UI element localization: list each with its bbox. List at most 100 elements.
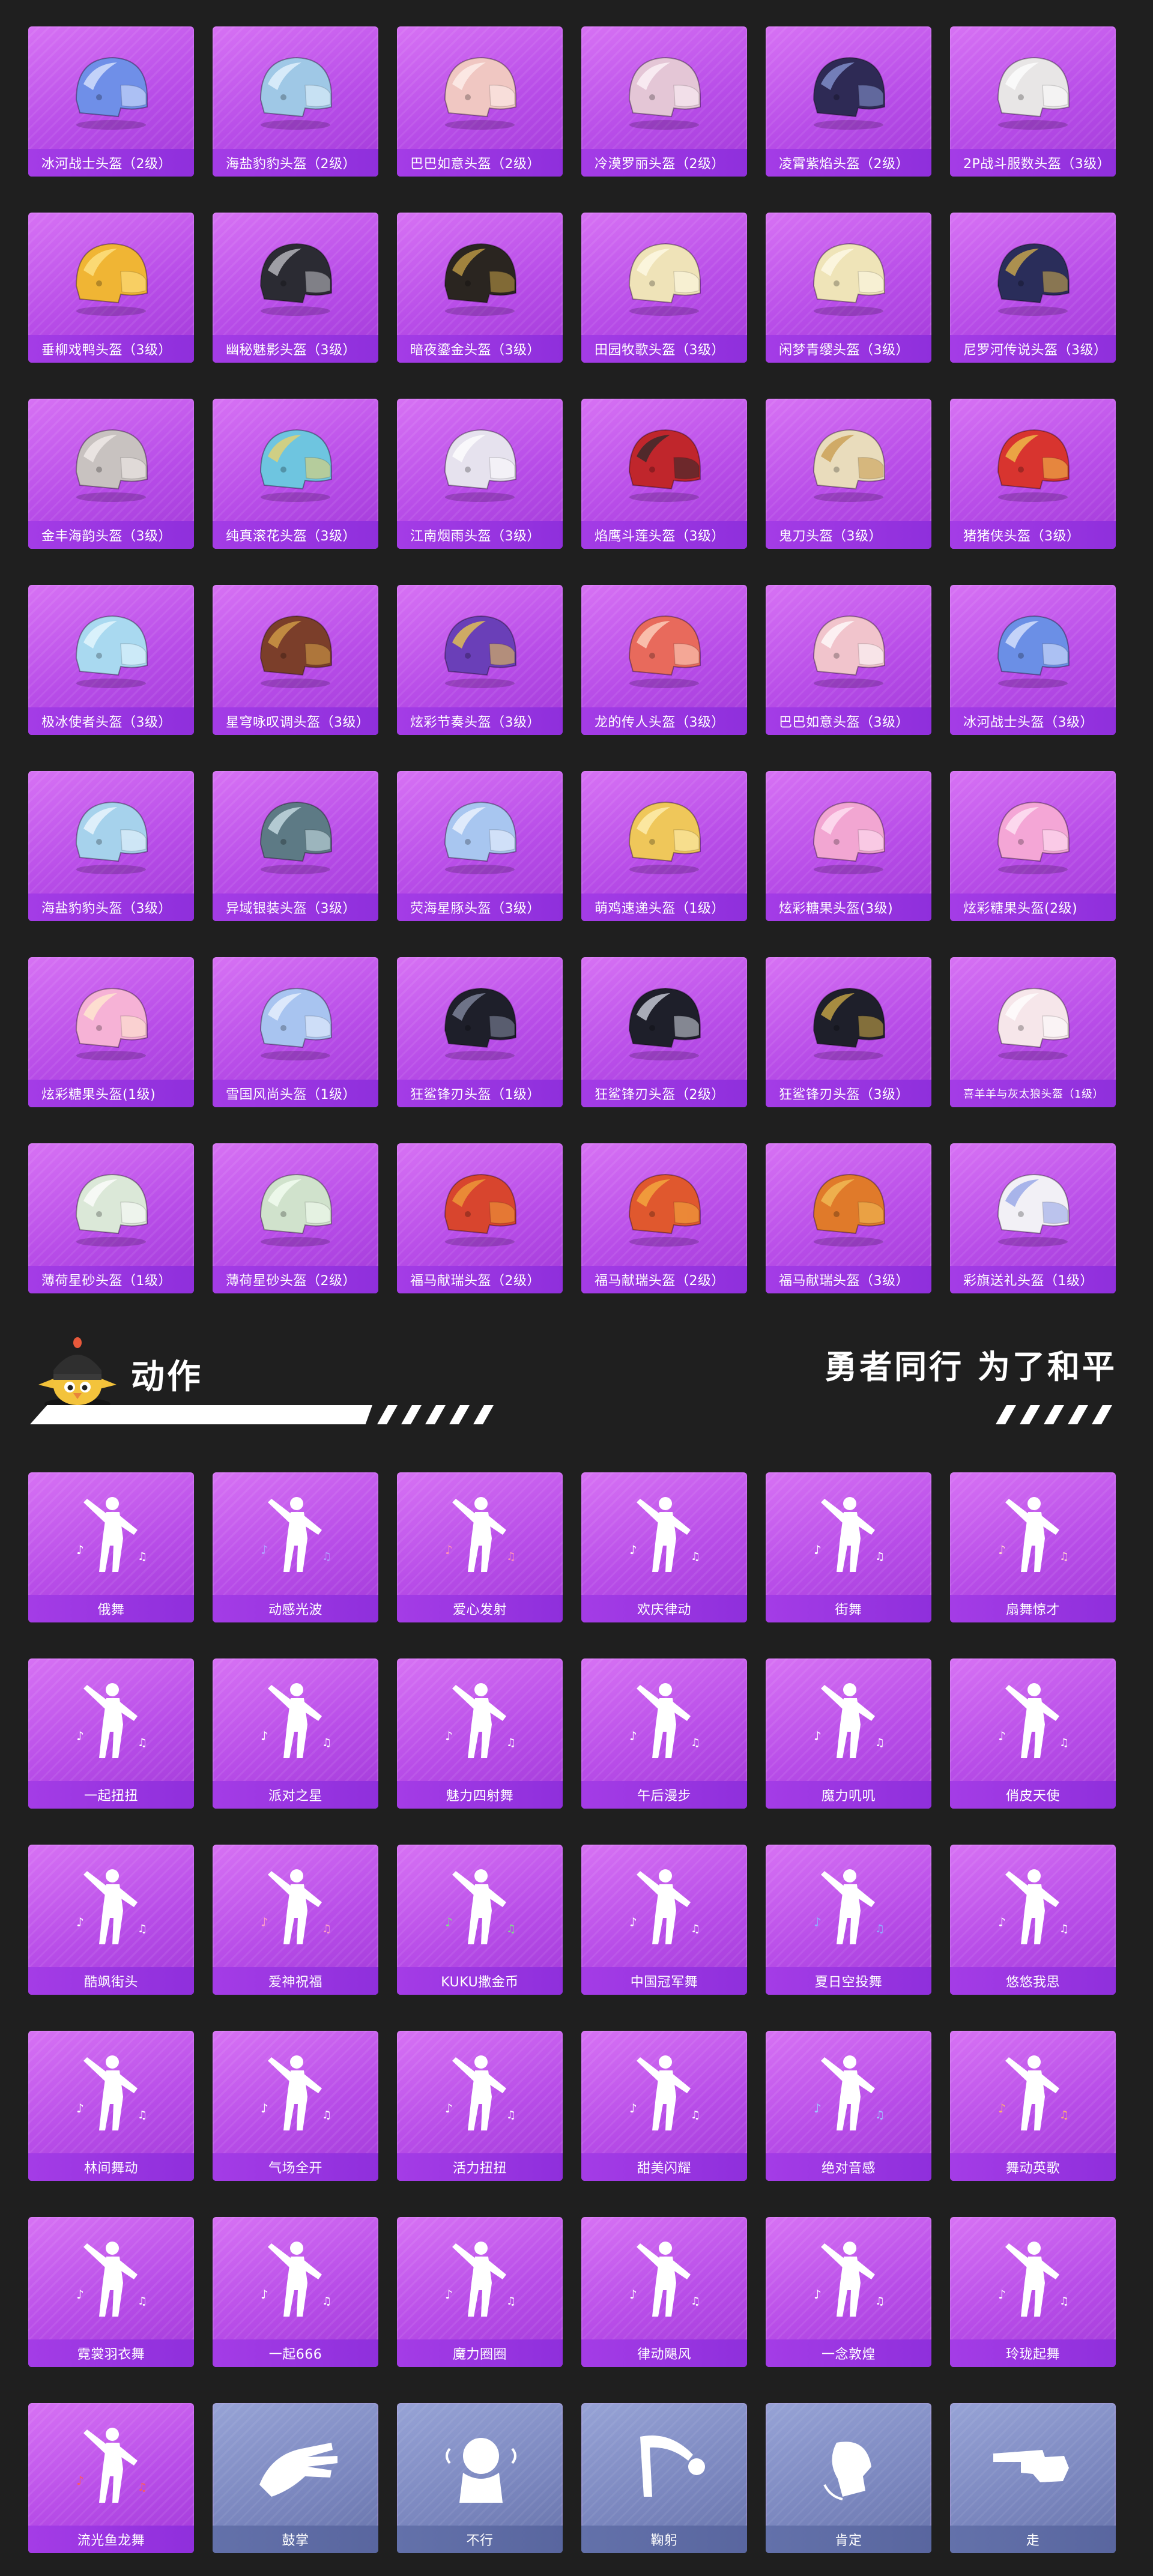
helmet-card[interactable]: 龙的传人头盔（3级） (581, 585, 747, 735)
emote-card[interactable]: ♪ ♫ 魔力圈圈 (397, 2217, 563, 2367)
svg-text:♫: ♫ (506, 1737, 516, 1749)
emote-card[interactable]: ♪ ♫ 欢庆律动 (581, 1472, 747, 1622)
helmet-card[interactable]: 巴巴如意头盔（2级） (397, 26, 563, 177)
emote-card[interactable]: ♪ ♫ 林间舞动 (28, 2031, 194, 2181)
helmet-card[interactable]: 狂鲨锋刃头盔（2级） (581, 957, 747, 1107)
svg-text:♫: ♫ (875, 2109, 885, 2121)
helmet-card[interactable]: 福马献瑞头盔（3级） (766, 1143, 931, 1293)
helmet-card[interactable]: 闲梦青缨头盔（3级） (766, 213, 931, 363)
svg-text:♫: ♫ (1059, 2109, 1069, 2121)
emote-card[interactable]: ♪ ♫ 派对之星 (213, 1658, 378, 1809)
emote-label: 玲珑起舞 (950, 2339, 1116, 2367)
helmet-card[interactable]: 薄荷星砂头盔（1级） (28, 1143, 194, 1293)
emote-card[interactable]: 鞠躬 (581, 2403, 747, 2553)
emote-card[interactable]: ♪ ♫ 甜美闪耀 (581, 2031, 747, 2181)
emote-card[interactable]: ♪ ♫ 爱心发射 (397, 1472, 563, 1622)
emote-card[interactable]: ♪ ♫ 律动飓风 (581, 2217, 747, 2367)
helmet-card[interactable]: 幽秘魅影头盔（3级） (213, 213, 378, 363)
helmet-label: 海盐豹豹头盔（3级） (28, 893, 194, 921)
helmet-card[interactable]: 暗夜鎏金头盔（3级） (397, 213, 563, 363)
svg-text:♪: ♪ (629, 1729, 637, 1743)
svg-text:♪: ♪ (629, 1915, 637, 1929)
helmet-card[interactable]: 雪国风尚头盔（1级） (213, 957, 378, 1107)
helmet-label: 薄荷星砂头盔（1级） (28, 1266, 194, 1293)
helmet-card[interactable]: 海盐豹豹头盔（3级） (28, 771, 194, 921)
helmet-label: 极冰使者头盔（3级） (28, 707, 194, 735)
emote-label: 夏日空投舞 (766, 1967, 931, 1995)
emote-card[interactable]: ♪ ♫ 玲珑起舞 (950, 2217, 1116, 2367)
emote-card[interactable]: ♪ ♫ 俏皮天使 (950, 1658, 1116, 1809)
emote-card[interactable]: ♪ ♫ 爱神祝福 (213, 1845, 378, 1995)
helmet-card[interactable]: 荧海星豚头盔（3级） (397, 771, 563, 921)
helmet-card[interactable]: 炫彩糖果头盔(1级) (28, 957, 194, 1107)
emote-card[interactable]: ♪ ♫ 霓裳羽衣舞 (28, 2217, 194, 2367)
emote-card[interactable]: 肯定 (766, 2403, 931, 2553)
helmet-card[interactable]: 猪猪侠头盔（3级） (950, 399, 1116, 549)
helmet-card[interactable]: 炫彩节奏头盔（3级） (397, 585, 563, 735)
helmet-card[interactable]: 海盐豹豹头盔（2级） (213, 26, 378, 177)
helmet-card[interactable]: 彩旗送礼头盔（1级） (950, 1143, 1116, 1293)
emote-card[interactable]: ♪ ♫ 夏日空投舞 (766, 1845, 931, 1995)
helmet-card[interactable]: 凌霄紫焰头盔（2级） (766, 26, 931, 177)
svg-text:♪: ♪ (76, 2473, 84, 2488)
emote-card[interactable]: ♪ ♫ 魅力四射舞 (397, 1658, 563, 1809)
helmet-card[interactable]: 狂鲨锋刃头盔（1级） (397, 957, 563, 1107)
emote-card[interactable]: ♪ ♫ 一起666 (213, 2217, 378, 2367)
helmet-card[interactable]: 萌鸡速递头盔（1级） (581, 771, 747, 921)
helmet-card[interactable]: 星穹咏叹调头盔（3级） (213, 585, 378, 735)
emote-label: 悠悠我思 (950, 1967, 1116, 1995)
emote-card[interactable]: ♪ ♫ 一念敦煌 (766, 2217, 931, 2367)
helmet-label: 垂柳戏鸭头盔（3级） (28, 335, 194, 363)
helmet-card[interactable]: 江南烟雨头盔（3级） (397, 399, 563, 549)
helmet-card[interactable]: 异域银装头盔（3级） (213, 771, 378, 921)
emote-card[interactable]: ♪ ♫ 扇舞惊才 (950, 1472, 1116, 1622)
helmet-card[interactable]: 喜羊羊与灰太狼头盔（1级） (950, 957, 1116, 1107)
helmet-card[interactable]: 炫彩糖果头盔(2级) (950, 771, 1116, 921)
helmet-card[interactable]: 冷漠罗丽头盔（2级） (581, 26, 747, 177)
svg-text:♪: ♪ (814, 1543, 822, 1557)
helmet-icon (800, 787, 897, 877)
helmet-card[interactable]: 福马献瑞头盔（2级） (397, 1143, 563, 1293)
emote-card[interactable]: ♪ ♫ KUKU撒金币 (397, 1845, 563, 1995)
dance-figure-icon: ♪ ♫ (985, 1674, 1081, 1764)
helmet-card[interactable]: 薄荷星砂头盔（2级） (213, 1143, 378, 1293)
helmet-card[interactable]: 鬼刀头盔（3级） (766, 399, 931, 549)
helmet-card[interactable]: 炫彩糖果头盔(3级) (766, 771, 931, 921)
dance-figure-icon: ♪ ♫ (247, 2046, 343, 2136)
emote-card[interactable]: 走 (950, 2403, 1116, 2553)
helmet-card[interactable]: 狂鲨锋刃头盔（3级） (766, 957, 931, 1107)
helmet-card[interactable]: 田园牧歌头盔（3级） (581, 213, 747, 363)
emote-label: 绝对音感 (766, 2153, 931, 2181)
emote-card[interactable]: ♪ ♫ 悠悠我思 (950, 1845, 1116, 1995)
emote-card[interactable]: ♪ ♫ 一起扭扭 (28, 1658, 194, 1809)
emote-card[interactable]: ♪ ♫ 酷飒街头 (28, 1845, 194, 1995)
helmet-card[interactable]: 极冰使者头盔（3级） (28, 585, 194, 735)
helmet-card[interactable]: 2P战斗服数头盔（3级） (950, 26, 1116, 177)
helmet-card[interactable]: 冰河战士头盔（2级） (28, 26, 194, 177)
helmet-card[interactable]: 冰河战士头盔（3级） (950, 585, 1116, 735)
emote-card[interactable]: ♪ ♫ 气场全开 (213, 2031, 378, 2181)
emote-card[interactable]: ♪ ♫ 俄舞 (28, 1472, 194, 1622)
helmet-card[interactable]: 金丰海韵头盔（3级） (28, 399, 194, 549)
helmet-card[interactable]: 垂柳戏鸭头盔（3级） (28, 213, 194, 363)
emote-card[interactable]: 不行 (397, 2403, 563, 2553)
helmet-icon (63, 42, 159, 132)
helmet-card[interactable]: 尼罗河传说头盔（3级） (950, 213, 1116, 363)
emote-card[interactable]: 鼓掌 (213, 2403, 378, 2553)
emote-card[interactable]: ♪ ♫ 街舞 (766, 1472, 931, 1622)
helmet-card[interactable]: 巴巴如意头盔（3级） (766, 585, 931, 735)
emote-card[interactable]: ♪ ♫ 午后漫步 (581, 1658, 747, 1809)
emote-label: 动感光波 (213, 1595, 378, 1622)
emote-card[interactable]: ♪ ♫ 动感光波 (213, 1472, 378, 1622)
emote-card[interactable]: ♪ ♫ 流光鱼龙舞 (28, 2403, 194, 2553)
helmet-card[interactable]: 纯真滚花头盔（3级） (213, 399, 378, 549)
helmet-icon (616, 787, 712, 877)
emote-card[interactable]: ♪ ♫ 中国冠军舞 (581, 1845, 747, 1995)
helmet-card[interactable]: 福马献瑞头盔（2级） (581, 1143, 747, 1293)
emote-card[interactable]: ♪ ♫ 绝对音感 (766, 2031, 931, 2181)
emote-card[interactable]: ♪ ♫ 舞动英歌 (950, 2031, 1116, 2181)
emote-card[interactable]: ♪ ♫ 魔力叽叽 (766, 1658, 931, 1809)
helmet-card[interactable]: 焰鹰斗莲头盔（3级） (581, 399, 747, 549)
dance-figure-icon: ♪ ♫ (985, 1488, 1081, 1578)
emote-card[interactable]: ♪ ♫ 活力扭扭 (397, 2031, 563, 2181)
